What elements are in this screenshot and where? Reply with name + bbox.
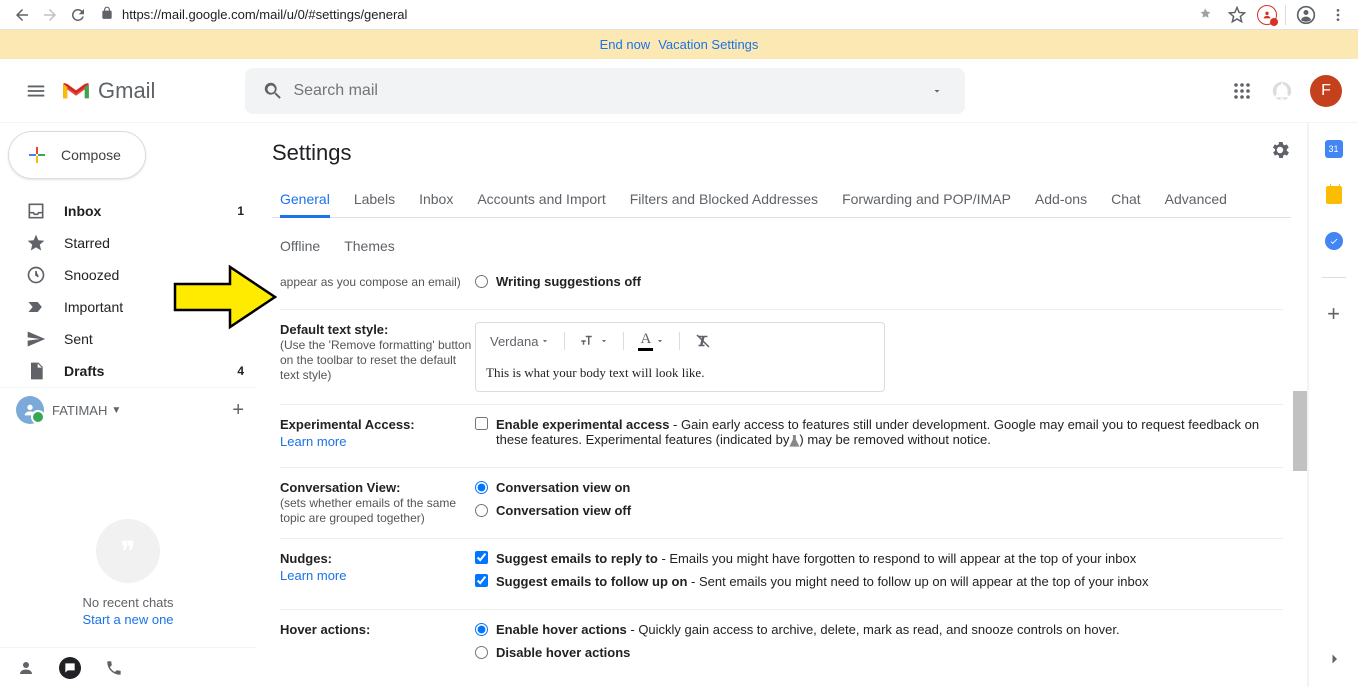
tab-forwarding[interactable]: Forwarding and POP/IMAP xyxy=(842,183,1011,217)
sidebar: Compose Inbox1 Starred Snoozed Important… xyxy=(0,123,256,687)
tab-offline[interactable]: Offline xyxy=(280,230,320,262)
vacation-end-link[interactable]: End now xyxy=(600,37,651,52)
browser-toolbar: https://mail.google.com/mail/u/0/#settin… xyxy=(0,0,1358,30)
hover-enable-radio[interactable] xyxy=(475,623,488,636)
conversation-off-radio[interactable] xyxy=(475,504,488,517)
hover-disable-radio[interactable] xyxy=(475,646,488,659)
text-style-preview: This is what your body text will look li… xyxy=(476,359,884,391)
add-contact-icon[interactable]: + xyxy=(232,399,244,422)
sidebar-item-drafts[interactable]: Drafts4 xyxy=(0,355,256,387)
caret-down-icon: ▼ xyxy=(111,405,121,416)
vacation-banner: End now Vacation Settings xyxy=(0,30,1358,59)
page-title: Settings xyxy=(272,140,352,166)
user-name: FATIMAH xyxy=(52,403,107,418)
gmail-logo-icon xyxy=(60,79,92,103)
sidebar-item-snoozed[interactable]: Snoozed xyxy=(0,259,256,291)
remove-formatting-button[interactable] xyxy=(690,330,716,352)
tab-filters[interactable]: Filters and Blocked Addresses xyxy=(630,183,818,217)
main-menu-button[interactable] xyxy=(16,71,56,111)
settings-tabs-row1: General Labels Inbox Accounts and Import… xyxy=(272,175,1291,218)
bookmark-star-icon[interactable] xyxy=(1225,3,1249,27)
sidebar-item-starred[interactable]: Starred xyxy=(0,227,256,259)
calendar-addon-icon[interactable]: 31 xyxy=(1324,139,1344,159)
tab-advanced[interactable]: Advanced xyxy=(1165,183,1227,217)
nudges-learn-more[interactable]: Learn more xyxy=(280,568,475,583)
plus-icon xyxy=(25,143,49,167)
experimental-label: Experimental Access: Learn more xyxy=(280,417,475,455)
hangouts-panel: ❞ No recent chats Start a new one xyxy=(0,499,256,687)
sidebar-item-important[interactable]: Important xyxy=(0,291,256,323)
chrome-menu-icon[interactable] xyxy=(1326,3,1350,27)
tab-themes[interactable]: Themes xyxy=(344,230,395,262)
side-panel: 31 + xyxy=(1308,123,1358,687)
gear-icon[interactable] xyxy=(1269,139,1291,167)
no-chats-text: No recent chats xyxy=(0,595,256,610)
vacation-settings-link[interactable]: Vacation Settings xyxy=(658,37,758,52)
compose-label: Compose xyxy=(61,147,121,163)
app-header: Gmail F xyxy=(0,59,1358,123)
hangouts-quote-icon: ❞ xyxy=(96,519,160,583)
search-bar[interactable] xyxy=(245,68,965,114)
tab-chat[interactable]: Chat xyxy=(1111,183,1141,217)
tab-labels[interactable]: Labels xyxy=(354,183,395,217)
settings-content: Settings General Labels Inbox Accounts a… xyxy=(256,123,1308,687)
nudge-followup-checkbox[interactable] xyxy=(475,574,488,587)
search-input[interactable] xyxy=(293,82,917,100)
settings-tabs-row2: Offline Themes xyxy=(272,218,1291,274)
get-addons-icon[interactable]: + xyxy=(1324,304,1344,324)
hangouts-user[interactable]: FATIMAH ▼ + xyxy=(0,387,256,432)
text-color-dropdown[interactable]: A xyxy=(634,329,669,353)
extension-profile-icon[interactable] xyxy=(1257,5,1277,25)
hover-actions-label: Hover actions: xyxy=(280,622,475,668)
lock-icon xyxy=(100,6,114,23)
extension-icon[interactable] xyxy=(1193,3,1217,27)
experimental-learn-more[interactable]: Learn more xyxy=(280,434,475,449)
keep-addon-icon[interactable] xyxy=(1324,185,1344,205)
chrome-profile-icon[interactable] xyxy=(1294,3,1318,27)
user-avatar-icon xyxy=(16,396,44,424)
notifications-icon[interactable] xyxy=(1270,79,1294,103)
writing-suggestions-off-radio[interactable] xyxy=(475,275,488,288)
tab-general[interactable]: General xyxy=(280,183,330,218)
compose-button[interactable]: Compose xyxy=(8,131,146,179)
conversation-view-label: Conversation View: (sets whether emails … xyxy=(280,480,475,526)
font-size-dropdown[interactable] xyxy=(575,330,613,352)
sidebar-item-sent[interactable]: Sent xyxy=(0,323,256,355)
tasks-addon-icon[interactable] xyxy=(1324,231,1344,251)
gmail-logo-text: Gmail xyxy=(98,78,155,104)
scrollbar[interactable] xyxy=(1293,391,1307,471)
smart-compose-sub: appear as you compose an email) xyxy=(280,275,461,289)
reload-button[interactable] xyxy=(64,1,92,29)
back-button[interactable] xyxy=(8,1,36,29)
forward-button[interactable] xyxy=(36,1,64,29)
url-text: https://mail.google.com/mail/u/0/#settin… xyxy=(122,7,407,22)
hangouts-chat-icon[interactable] xyxy=(52,650,88,686)
account-avatar[interactable]: F xyxy=(1310,75,1342,107)
tab-inbox[interactable]: Inbox xyxy=(419,183,453,217)
default-text-style-label: Default text style: (Use the 'Remove for… xyxy=(280,322,475,392)
font-family-dropdown[interactable]: Verdana xyxy=(486,332,554,351)
hangouts-phone-icon[interactable] xyxy=(96,650,132,686)
tab-addons[interactable]: Add-ons xyxy=(1035,183,1087,217)
conversation-on-radio[interactable] xyxy=(475,481,488,494)
text-style-editor: Verdana A This is what your body text wi… xyxy=(475,322,885,392)
google-apps-icon[interactable] xyxy=(1230,79,1254,103)
flask-icon xyxy=(789,435,799,447)
collapse-panel-icon[interactable] xyxy=(1325,650,1343,671)
tab-accounts[interactable]: Accounts and Import xyxy=(477,183,605,217)
search-options-dropdown[interactable] xyxy=(917,71,957,111)
nudges-label: Nudges: Learn more xyxy=(280,551,475,597)
hangouts-contacts-icon[interactable] xyxy=(8,650,44,686)
nudge-reply-checkbox[interactable] xyxy=(475,551,488,564)
search-icon[interactable] xyxy=(253,71,293,111)
sidebar-item-inbox[interactable]: Inbox1 xyxy=(0,195,256,227)
start-chat-link[interactable]: Start a new one xyxy=(82,612,173,627)
address-bar[interactable]: https://mail.google.com/mail/u/0/#settin… xyxy=(100,2,1185,28)
gmail-logo[interactable]: Gmail xyxy=(60,78,155,104)
experimental-checkbox[interactable] xyxy=(475,417,488,430)
